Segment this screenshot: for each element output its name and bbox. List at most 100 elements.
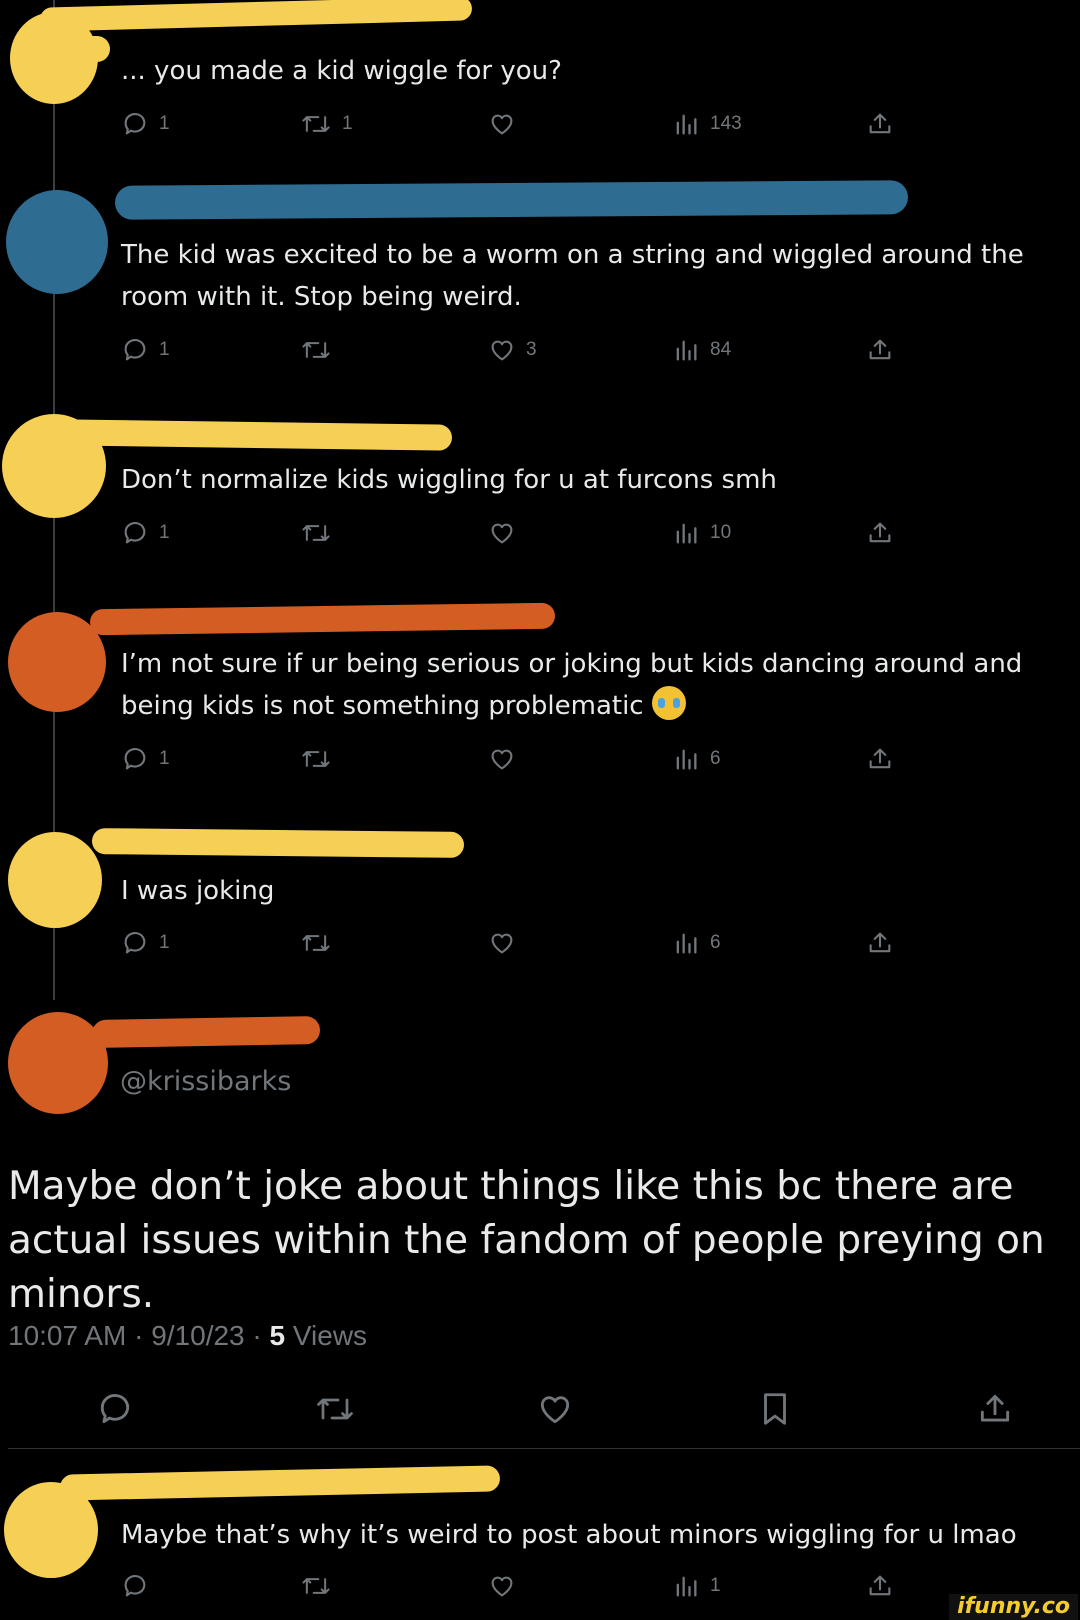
main-tweet-text: Maybe don’t joke about things like this …	[8, 1164, 1058, 1317]
tweet-actions: 1 10	[0, 519, 1080, 549]
reply-icon	[100, 1394, 130, 1424]
views-button[interactable]: 1	[672, 1572, 721, 1600]
retweet-icon	[302, 751, 330, 767]
retweet-button[interactable]	[300, 519, 342, 547]
reply-button[interactable]: 1	[121, 336, 170, 364]
reply-button[interactable]: 1	[121, 519, 170, 547]
separator: ·	[134, 1320, 152, 1351]
share-icon	[869, 522, 891, 543]
redacted-name	[91, 1016, 321, 1048]
views-button[interactable]: 143	[672, 110, 742, 138]
redacted-name	[89, 602, 556, 636]
retweet-button[interactable]	[300, 929, 342, 957]
reply-icon	[124, 931, 146, 954]
reply-count: 1	[159, 932, 170, 953]
user-handle[interactable]: @krissibarks	[120, 1066, 291, 1097]
tweet-time[interactable]: 10:07 AM	[8, 1320, 126, 1351]
retweet-button[interactable]: 1	[300, 110, 353, 138]
like-button[interactable]	[488, 110, 526, 138]
heart-icon	[540, 1396, 570, 1424]
views-button[interactable]: 84	[672, 336, 731, 364]
share-button[interactable]	[866, 110, 894, 138]
like-button[interactable]: 3	[488, 336, 537, 364]
share-button[interactable]	[976, 1390, 1014, 1433]
views-count: 143	[710, 113, 742, 134]
views-label: Views	[292, 1320, 368, 1351]
tweet-actions: 1 1 143	[0, 110, 1080, 140]
share-icon	[869, 932, 891, 953]
views-count: 6	[710, 932, 721, 953]
bookmark-button[interactable]	[756, 1390, 794, 1433]
retweet-button[interactable]	[314, 1390, 356, 1433]
reply-icon	[124, 747, 146, 770]
redacted-name	[114, 180, 909, 220]
avatar[interactable]	[6, 190, 108, 294]
tweet-text: The kid was excited to be a worm on a st…	[121, 240, 1024, 312]
retweet-icon	[302, 1578, 330, 1594]
redacted-name	[20, 36, 110, 62]
tweet-actions: 1 3 84	[0, 336, 1080, 366]
like-button[interactable]	[488, 745, 526, 773]
tweet-text: Don’t normalize kids wiggling for u at f…	[121, 465, 777, 495]
views-button[interactable]: 10	[672, 519, 731, 547]
views-button[interactable]: 6	[672, 929, 721, 957]
like-button[interactable]	[488, 929, 526, 957]
views-button[interactable]: 6	[672, 745, 721, 773]
share-button[interactable]	[866, 929, 894, 957]
analytics-icon	[676, 523, 697, 544]
share-button[interactable]	[866, 745, 894, 773]
reply-button[interactable]: 1	[121, 110, 170, 138]
redacted-name	[59, 1465, 501, 1501]
share-button[interactable]	[866, 1572, 894, 1600]
views-count: 1	[710, 1575, 721, 1596]
reply-icon	[124, 338, 146, 361]
reply-button[interactable]	[121, 1572, 149, 1600]
watermark-logo: ifunny.co	[949, 1594, 1078, 1620]
analytics-icon	[676, 749, 697, 770]
like-button[interactable]	[488, 1572, 516, 1600]
heart-icon	[491, 1576, 513, 1597]
tweet-actions: 1	[0, 1572, 1080, 1602]
share-button[interactable]	[866, 519, 894, 547]
analytics-icon	[676, 1576, 697, 1597]
tweet-actions: 1 6	[0, 929, 1080, 959]
retweet-icon	[302, 116, 330, 132]
retweet-count: 1	[342, 113, 353, 134]
reply-icon	[124, 112, 146, 135]
tweet-text-content: I’m not sure if ur being serious or joki…	[121, 649, 1023, 721]
separator: ·	[252, 1320, 270, 1351]
analytics-icon	[676, 340, 697, 361]
like-button[interactable]	[488, 519, 526, 547]
reply-button[interactable]	[96, 1390, 134, 1433]
views-count: 10	[710, 522, 732, 543]
redacted-name	[39, 0, 473, 32]
reply-button[interactable]: 1	[121, 745, 170, 773]
retweet-button[interactable]	[300, 745, 342, 773]
redacted-name	[91, 828, 465, 858]
reply-icon	[124, 521, 146, 544]
reply-count: 1	[159, 113, 170, 134]
share-icon	[869, 1575, 891, 1596]
bookmark-icon	[764, 1393, 786, 1425]
retweet-icon	[302, 525, 330, 541]
heart-icon	[491, 749, 513, 770]
heart-icon	[491, 340, 513, 361]
analytics-icon	[676, 933, 697, 954]
avatar[interactable]	[8, 832, 102, 928]
tweet-date[interactable]: 9/10/23	[151, 1320, 244, 1351]
main-tweet-actions	[0, 1390, 1080, 1430]
tweet-text: Maybe that’s why it’s weird to post abou…	[121, 1520, 1017, 1550]
share-icon	[980, 1394, 1010, 1422]
redacted-name	[59, 419, 453, 451]
views-count: 5	[269, 1320, 286, 1351]
retweet-button[interactable]	[300, 336, 342, 364]
like-count: 3	[526, 339, 537, 360]
share-button[interactable]	[866, 336, 894, 364]
like-button[interactable]	[536, 1390, 574, 1433]
retweet-button[interactable]	[300, 1572, 332, 1600]
heart-icon	[491, 114, 513, 135]
heart-icon	[491, 933, 513, 954]
reply-button[interactable]: 1	[121, 929, 170, 957]
reply-count: 1	[159, 748, 170, 769]
tweet-actions: 1 6	[0, 745, 1080, 775]
